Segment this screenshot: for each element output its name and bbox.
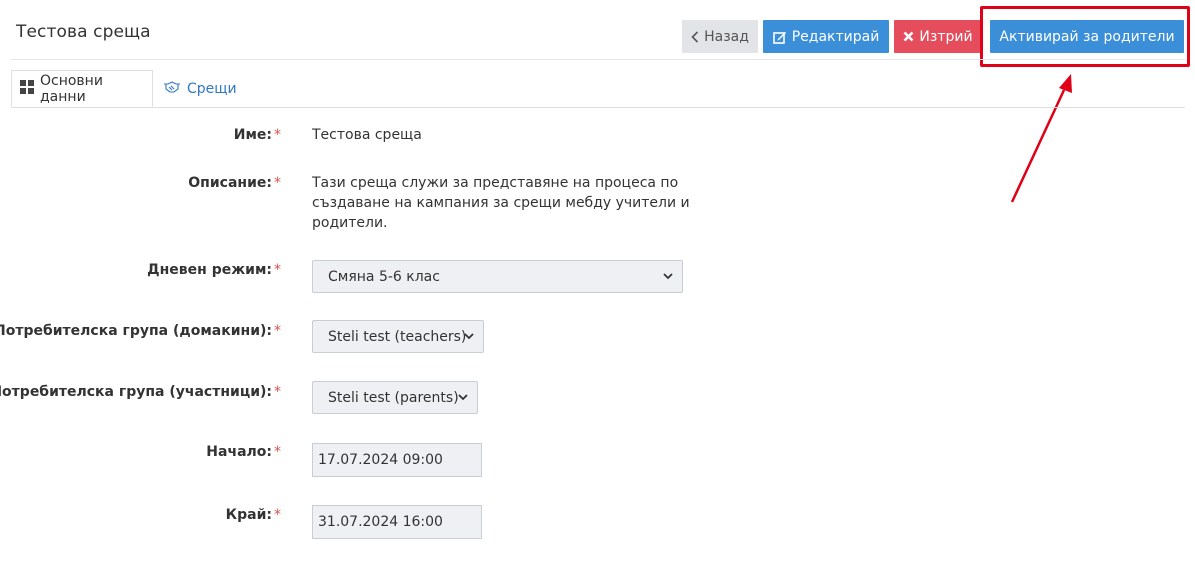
tab-meetings-label: Срещи [187, 80, 237, 97]
edit-button[interactable]: Редактирай [763, 20, 889, 53]
highlight-box [980, 6, 1190, 67]
participant-group-value: Steli test (parents) [328, 389, 459, 406]
required-mark: * [274, 507, 281, 523]
chevron-down-icon [662, 270, 674, 286]
day-mode-value: Смяна 5-6 клас [328, 268, 440, 285]
close-icon [903, 31, 914, 42]
tab-main-data-label: Основни данни [40, 72, 103, 105]
tab-bar: Основни данни Срещи [11, 70, 1185, 108]
required-mark: * [274, 384, 281, 400]
start-label: Начало: [206, 444, 272, 460]
host-group-value: Steli test (teachers) [328, 328, 467, 345]
edit-icon [772, 30, 787, 44]
name-label: Име: [233, 127, 272, 143]
handshake-icon [163, 80, 181, 97]
page-title: Тестова среща [16, 22, 151, 42]
name-value: Тестова среща [312, 127, 422, 143]
chevron-down-icon [463, 330, 475, 346]
delete-button[interactable]: Изтрий [894, 20, 982, 53]
participant-group-select[interactable]: Steli test (parents) [312, 381, 478, 414]
required-mark: * [274, 175, 281, 191]
host-group-select[interactable]: Steli test (teachers) [312, 320, 484, 353]
required-mark: * [274, 127, 281, 143]
end-label: Край: [225, 507, 272, 523]
description-label: Описание: [188, 175, 272, 191]
description-value: Тази среща служи за представяне на проце… [312, 175, 690, 231]
chevron-left-icon [691, 30, 699, 43]
tab-main-data[interactable]: Основни данни [11, 70, 153, 107]
day-mode-label: Дневен режим: [147, 262, 272, 278]
delete-button-label: Изтрий [919, 28, 973, 45]
grid-icon [20, 79, 34, 98]
start-value: 17.07.2024 09:00 [318, 452, 443, 468]
header-divider [11, 59, 1185, 60]
chevron-down-icon [457, 391, 469, 407]
required-mark: * [274, 444, 281, 460]
participant-group-label: Потребителска група (участници): [0, 384, 272, 400]
back-button-label: Назад [704, 28, 749, 45]
required-mark: * [274, 262, 281, 278]
host-group-label: Потребителска група (домакини): [0, 323, 272, 339]
edit-button-label: Редактирай [791, 28, 880, 45]
start-datetime-field[interactable]: 17.07.2024 09:00 [312, 443, 482, 477]
end-datetime-field[interactable]: 31.07.2024 16:00 [312, 505, 482, 539]
day-mode-select[interactable]: Смяна 5-6 клас [312, 260, 683, 293]
required-mark: * [274, 323, 281, 339]
end-value: 31.07.2024 16:00 [318, 514, 443, 530]
tab-meetings[interactable]: Срещи [155, 70, 245, 107]
back-button[interactable]: Назад [682, 20, 758, 53]
